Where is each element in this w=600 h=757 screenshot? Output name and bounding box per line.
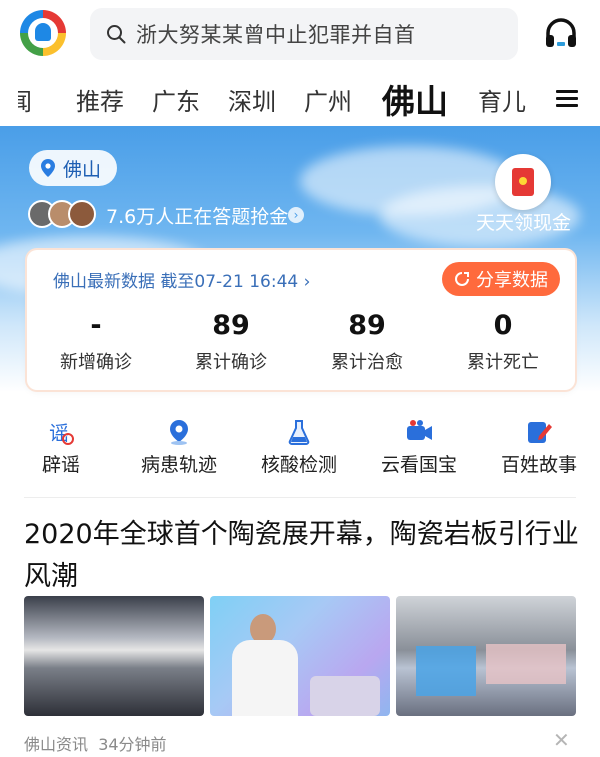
stat-total-recovered: 89 累计治愈	[302, 310, 432, 374]
covid-data-card: 佛山最新数据 截至07-21 16:44 › 分享数据 - 新增确诊 89 累计…	[27, 250, 575, 390]
thumbnail-crowd[interactable]	[396, 596, 576, 716]
dismiss-icon[interactable]: ✕	[553, 728, 570, 752]
share-label: 分享数据	[476, 270, 548, 291]
article-time: 34分钟前	[98, 735, 167, 754]
location-chip[interactable]: 佛山	[29, 150, 118, 186]
share-data-button[interactable]: 分享数据	[442, 262, 560, 296]
quick-link-national-treasure[interactable]: 云看国宝	[364, 418, 474, 477]
stat-new-confirmed: - 新增确诊	[31, 310, 161, 374]
tab-foshan[interactable]: 佛山	[382, 75, 448, 123]
rumor-icon: 谣	[49, 421, 74, 445]
thumbnail-exhibition-hall[interactable]	[24, 596, 204, 716]
quick-link-label: 百姓故事	[500, 454, 577, 476]
quick-links: 谣 辟谣 病患轨迹 核酸检测 云看国宝 百姓故事	[0, 418, 600, 488]
headphone-icon[interactable]	[543, 15, 579, 51]
search-query: 浙大努某某曾中止犯罪并自首	[136, 23, 416, 47]
red-envelope-button[interactable]	[495, 154, 551, 210]
quiz-promo-text[interactable]: 7.6万人正在答题抢金	[106, 202, 288, 229]
quick-link-people-stories[interactable]: 百姓故事	[484, 418, 594, 477]
search-icon	[107, 25, 126, 44]
avatar	[68, 200, 96, 228]
stat-total-confirmed: 89 累计确诊	[166, 310, 296, 374]
tab-guangzhou[interactable]: 广州	[304, 82, 352, 117]
share-icon	[455, 272, 469, 286]
app-logo-icon[interactable]	[20, 10, 66, 56]
flask-icon	[288, 420, 310, 445]
tab-news[interactable]: 闻	[18, 82, 32, 117]
stat-value: 0	[493, 310, 513, 341]
location-pin-icon	[41, 159, 55, 177]
avatar-group	[28, 200, 98, 228]
channel-tabs: 闻 推荐 广东 深圳 广州 佛山 育儿	[0, 70, 600, 126]
quick-link-rumor[interactable]: 谣 辟谣	[6, 418, 116, 477]
thumbnail-speaker[interactable]	[210, 596, 390, 716]
tab-shenzhen[interactable]: 深圳	[228, 82, 276, 117]
cash-reward-label[interactable]: 天天领现金	[476, 208, 571, 235]
quick-link-patient-track[interactable]: 病患轨迹	[124, 418, 234, 477]
stat-value: 89	[348, 310, 386, 341]
quick-link-nucleic-test[interactable]: 核酸检测	[244, 418, 354, 477]
stat-label: 累计死亡	[467, 352, 539, 373]
stat-label: 新增确诊	[60, 352, 132, 373]
article-thumbnails[interactable]	[24, 596, 576, 716]
search-bar[interactable]: 浙大努某某曾中止犯罪并自首	[90, 8, 518, 60]
top-bar: 浙大努某某曾中止犯罪并自首	[0, 0, 600, 70]
stat-value: -	[90, 310, 102, 341]
location-label: 佛山	[63, 158, 102, 181]
quick-link-label: 云看国宝	[380, 454, 457, 476]
stat-value: 89	[212, 310, 250, 341]
article-meta: 佛山资讯 34分钟前	[24, 731, 167, 755]
divider	[24, 497, 576, 498]
quick-link-label: 辟谣	[41, 454, 80, 476]
article-source: 佛山资讯	[24, 735, 89, 754]
article-headline[interactable]: 2020年全球首个陶瓷展开幕，陶瓷岩板引行业风潮	[24, 514, 580, 598]
tab-parenting[interactable]: 育儿	[478, 82, 526, 117]
edit-icon	[528, 422, 552, 443]
quick-link-label: 病患轨迹	[140, 454, 217, 476]
quick-link-label: 核酸检测	[260, 454, 337, 476]
card-title[interactable]: 佛山最新数据 截至07-21 16:44 ›	[53, 267, 310, 292]
tab-recommend[interactable]: 推荐	[76, 82, 124, 117]
stat-label: 累计确诊	[195, 352, 267, 373]
tab-guangdong[interactable]: 广东	[152, 82, 200, 117]
stat-label: 累计治愈	[331, 352, 403, 373]
video-camera-icon	[407, 420, 432, 440]
red-envelope-icon	[512, 168, 534, 196]
svg-text:谣: 谣	[49, 421, 69, 445]
location-pin-icon	[170, 420, 188, 445]
menu-icon[interactable]	[556, 90, 578, 108]
chevron-right-icon[interactable]: ›	[288, 207, 304, 223]
stat-total-deaths: 0 累计死亡	[438, 310, 568, 374]
